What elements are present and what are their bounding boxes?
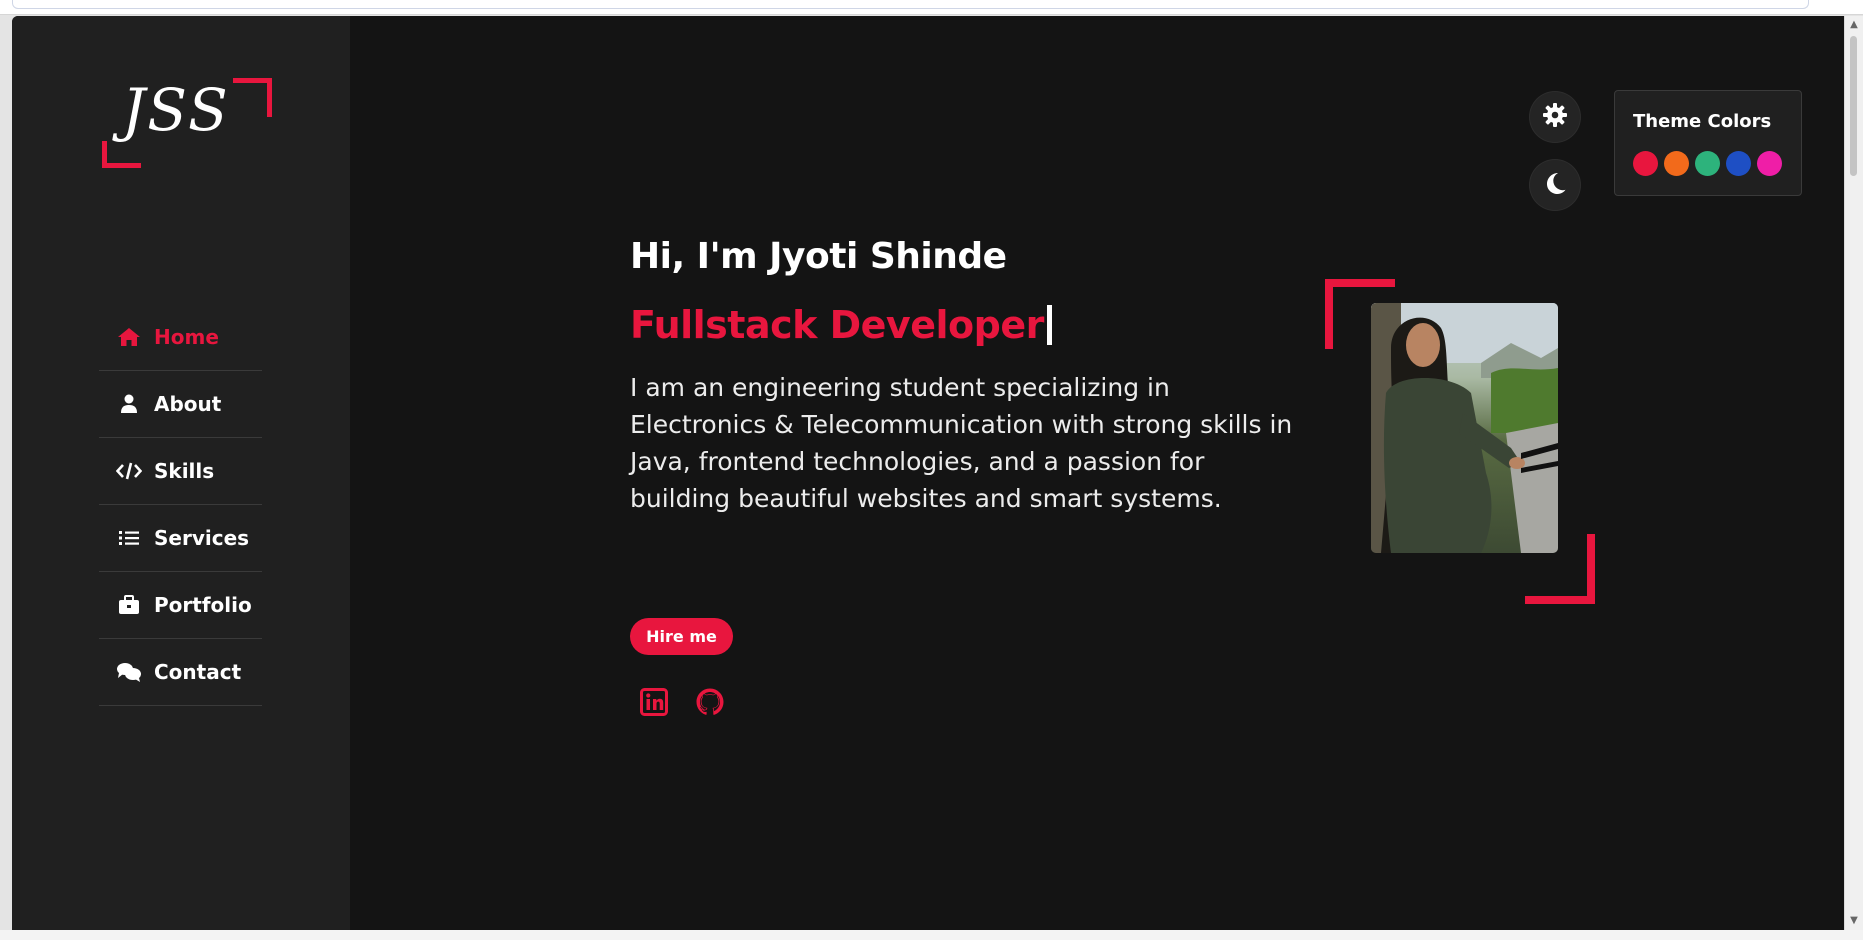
nav-item-services[interactable]: Services (99, 505, 262, 572)
hero-description: I am an engineering student specializing… (630, 373, 1293, 513)
github-link[interactable] (692, 686, 728, 722)
list-icon (116, 527, 142, 549)
color-swatch-blue[interactable] (1726, 151, 1751, 176)
color-swatches (1633, 151, 1782, 176)
browser-bottom-strip (0, 930, 1863, 940)
nav-label-portfolio: Portfolio (154, 593, 252, 617)
color-swatch-red[interactable] (1633, 151, 1658, 176)
nav-item-portfolio[interactable]: Portfolio (99, 572, 262, 639)
browser-tab-bar (12, 0, 1809, 9)
nav-label-home: Home (154, 325, 219, 349)
hero-greeting: Hi, I'm Jyoti Shinde (630, 236, 1007, 277)
nav-item-about[interactable]: About (99, 371, 262, 438)
color-swatch-green[interactable] (1695, 151, 1720, 176)
nav-label-skills: Skills (154, 459, 215, 483)
page-frame: JSS Home About Skills Services Portfolio… (12, 16, 1845, 930)
sidebar-nav: Home About Skills Services Portfolio Con… (99, 304, 262, 706)
color-swatch-pink[interactable] (1757, 151, 1782, 176)
github-icon (695, 687, 725, 721)
scroll-down-arrow-icon[interactable]: ▼ (1848, 916, 1860, 926)
browser-top-strip (0, 0, 1863, 15)
profile-photo (1371, 303, 1558, 553)
hero-role: Fullstack Developer (630, 303, 1044, 347)
hero-role-line: Fullstack Developer (630, 303, 1330, 347)
moon-icon (1543, 171, 1567, 199)
nav-item-home[interactable]: Home (99, 304, 262, 371)
nav-item-contact[interactable]: Contact (99, 639, 262, 706)
linkedin-link[interactable] (636, 686, 672, 722)
nav-label-contact: Contact (154, 660, 242, 684)
hire-me-button[interactable]: Hire me (630, 618, 733, 655)
nav-label-about: About (154, 392, 222, 416)
linkedin-icon (640, 688, 668, 720)
gear-icon (1542, 102, 1568, 132)
code-icon (116, 460, 142, 482)
typing-cursor (1046, 305, 1052, 345)
dark-mode-toggle[interactable] (1530, 160, 1580, 210)
vertical-scrollbar[interactable]: ▲ ▼ (1844, 16, 1863, 930)
logo-corner-bottom-left (102, 141, 141, 168)
nav-label-services: Services (154, 526, 250, 550)
sidebar: JSS Home About Skills Services Portfolio… (12, 16, 350, 930)
settings-button[interactable] (1530, 92, 1580, 142)
scroll-up-arrow-icon[interactable]: ▲ (1848, 20, 1860, 30)
theme-colors-title: Theme Colors (1633, 111, 1772, 132)
theme-colors-panel: Theme Colors (1614, 90, 1802, 196)
user-icon (116, 393, 142, 415)
scrollbar-thumb[interactable] (1850, 36, 1857, 176)
logo[interactable]: JSS (102, 76, 272, 168)
comments-icon (116, 661, 142, 683)
nav-item-skills[interactable]: Skills (99, 438, 262, 505)
hero-section: Hi, I'm Jyoti Shinde Fullstack Developer… (630, 236, 1330, 542)
profile-photo-frame (1325, 279, 1595, 604)
home-icon (116, 326, 142, 348)
briefcase-icon (116, 594, 142, 616)
logo-corner-top-right (233, 78, 272, 117)
logo-text: JSS (122, 76, 230, 144)
color-swatch-orange[interactable] (1664, 151, 1689, 176)
